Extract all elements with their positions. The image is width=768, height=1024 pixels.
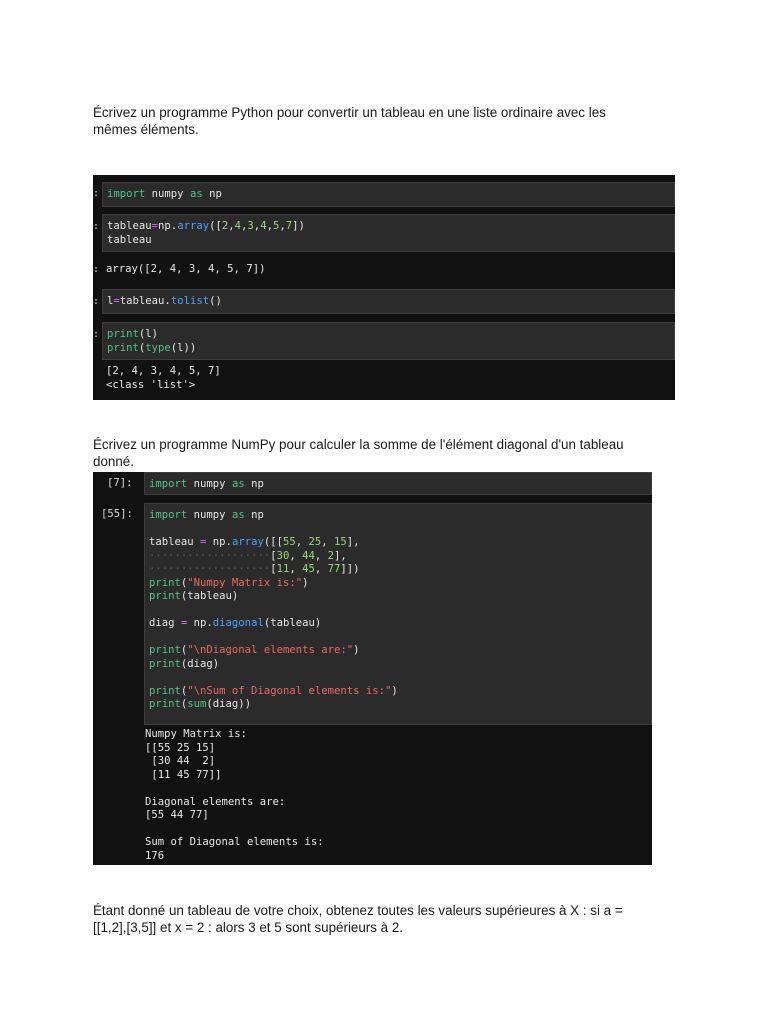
prompt-marker: :	[93, 264, 100, 275]
cell-prompt-55: [55]:	[101, 508, 133, 520]
output-array: array([2, 4, 3, 4, 5, 7])	[106, 263, 266, 275]
code-cell-diagonal[interactable]: import numpy as np tableau = np.array([[…	[144, 503, 652, 725]
prompt-marker: :	[93, 329, 100, 340]
output-diagonal: Numpy Matrix is: [[55 25 15] [30 44 2] […	[145, 728, 324, 862]
code-cell-tolist[interactable]: l=tableau.tolist()	[102, 289, 675, 314]
notebook-screenshot-2: [7]: import numpy as np [55]: import num…	[93, 472, 652, 865]
paragraph-2-line-1: Écrivez un programme NumPy pour calculer…	[93, 437, 624, 452]
prompt-marker: :	[93, 221, 100, 232]
paragraph-2-line-2: donné.	[93, 454, 134, 469]
code-cell-import[interactable]: import numpy as np	[102, 182, 675, 207]
paragraph-1-line-1: Écrivez un programme Python pour convert…	[93, 105, 606, 120]
notebook-screenshot-1: : import numpy as np : tableau=np.array(…	[93, 175, 675, 400]
paragraph-1: Écrivez un programme Python pour convert…	[93, 104, 673, 138]
paragraph-3-line-1: Étant donné un tableau de votre choix, o…	[93, 903, 623, 918]
code-cell-import-numpy[interactable]: import numpy as np	[144, 472, 652, 495]
paragraph-2: Écrivez un programme NumPy pour calculer…	[93, 436, 673, 470]
prompt-marker: :	[93, 188, 100, 199]
code-cell-print[interactable]: print(l) print(type(l))	[102, 322, 675, 360]
cell-prompt-7: [7]:	[107, 477, 133, 489]
prompt-marker: :	[93, 296, 100, 307]
paragraph-1-line-2: mêmes éléments.	[93, 122, 199, 137]
paragraph-3: Étant donné un tableau de votre choix, o…	[93, 902, 673, 936]
code-cell-tableau[interactable]: tableau=np.array([2,4,3,4,5,7]) tableau	[102, 214, 675, 252]
paragraph-3-line-2: [[1,2],[3,5]] et x = 2 : alors 3 et 5 so…	[93, 920, 404, 935]
output-list: [2, 4, 3, 4, 5, 7] <class 'list'>	[106, 365, 221, 391]
